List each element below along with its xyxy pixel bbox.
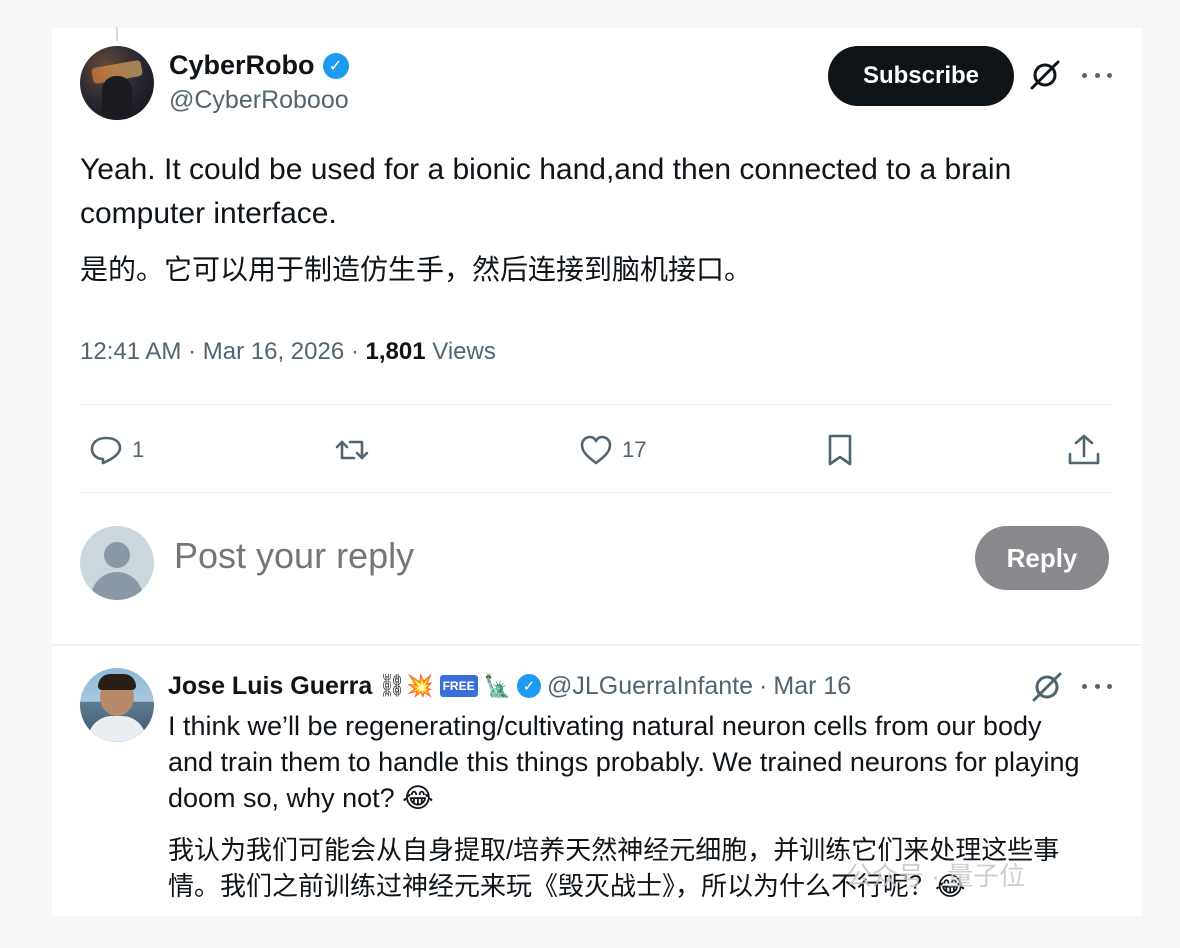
like-action[interactable]: 17: [578, 428, 646, 472]
reply-author-handle[interactable]: @JLGuerraInfante: [547, 672, 753, 701]
verified-badge-icon[interactable]: ✓: [322, 52, 349, 79]
reply-count: 1: [132, 437, 145, 462]
share-icon[interactable]: [1066, 432, 1102, 468]
reply-author-avatar[interactable]: [80, 668, 154, 742]
avatar-shirt: [88, 716, 146, 742]
divider: [80, 404, 1112, 405]
bookmark-action[interactable]: [822, 428, 858, 472]
author-handle[interactable]: @CyberRobooo: [169, 86, 349, 115]
reply-icon[interactable]: [88, 432, 124, 468]
current-user-avatar: [80, 526, 154, 600]
author-name[interactable]: CyberRobo: [169, 50, 315, 81]
grok-icon[interactable]: [1030, 670, 1064, 704]
tweet-meta: 12:41 AM · Mar 16, 2026 · 1,801 Views: [80, 338, 496, 366]
tweet-date[interactable]: Mar 16, 2026: [203, 338, 344, 365]
avatar-figure: [102, 76, 132, 120]
bookmark-icon[interactable]: [822, 432, 858, 468]
meta-sep: ·: [350, 338, 359, 365]
reply-input[interactable]: [172, 534, 876, 578]
subscribe-button[interactable]: Subscribe: [828, 46, 1014, 106]
statue-emoji: 🗽: [483, 673, 511, 698]
repost-icon[interactable]: [334, 432, 370, 468]
verified-badge-icon[interactable]: ✓: [517, 674, 541, 698]
reply-author-row: Jose Luis Guerra ⛓💥 FREE 🗽 ✓ @JLGuerraIn…: [168, 668, 851, 704]
views-count: 1,801: [365, 338, 426, 365]
author-name-row[interactable]: CyberRobo ✓: [169, 50, 349, 81]
tweet-text-en: Yeah. It could be used for a bionic hand…: [80, 153, 1012, 230]
tweet-text-zh: 是的。它可以用于制造仿生手，然后连接到脑机接口。: [80, 254, 753, 285]
thread-line: [116, 27, 118, 41]
reply-author-name[interactable]: Jose Luis Guerra: [168, 672, 372, 701]
name-emojis: ⛓💥: [378, 673, 434, 698]
like-icon[interactable]: [578, 432, 614, 468]
meta-sep: ·: [188, 338, 197, 365]
reply-date[interactable]: Mar 16: [773, 672, 851, 701]
views-label: Views: [432, 338, 496, 365]
more-icon[interactable]: [1082, 681, 1112, 691]
like-count: 17: [622, 437, 647, 462]
share-action[interactable]: [1066, 428, 1102, 472]
reply-action[interactable]: 1: [88, 428, 144, 472]
avatar-hair: [98, 674, 136, 690]
avatar-body: [91, 572, 143, 600]
divider: [80, 492, 1112, 493]
free-badge: FREE: [439, 675, 478, 697]
author-avatar[interactable]: [80, 46, 154, 120]
tweet-time[interactable]: 12:41 AM: [80, 338, 181, 365]
repost-action[interactable]: [334, 428, 370, 472]
grok-icon[interactable]: [1028, 58, 1062, 92]
watermark: 公众号 · 量子位: [846, 861, 1026, 891]
reply-button[interactable]: Reply: [975, 526, 1109, 590]
section-separator: [52, 644, 1142, 646]
avatar-head: [104, 542, 130, 568]
more-icon[interactable]: [1082, 70, 1112, 80]
meta-sep: ·: [759, 671, 768, 700]
reply-text-en: I think we’ll be regenerating/cultivatin…: [168, 711, 1080, 813]
